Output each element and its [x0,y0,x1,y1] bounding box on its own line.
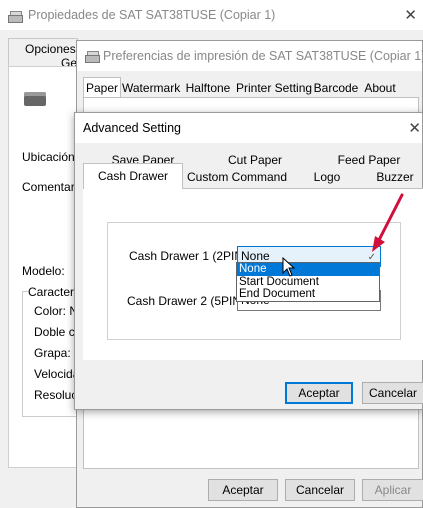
tab-feed-paper[interactable]: Feed Paper [329,153,409,167]
advanced-cancel-button[interactable]: Cancelar [362,382,423,404]
advanced-setting-dialog: Advanced Setting ✕ Save Paper Cut Paper … [74,112,423,410]
preferences-titlebar: Preferencias de impresión de SAT SAT38TU… [77,41,423,71]
tab-logo[interactable]: Logo [297,170,357,184]
tab-buzzer[interactable]: Buzzer [365,170,423,184]
model-label: Modelo: [22,264,65,278]
comment-label: Comentari [22,180,78,194]
tab-watermark[interactable]: Watermark [122,79,180,97]
properties-cancel-button[interactable]: Cancelar [285,479,355,501]
cash-drawer-1-dropdown: None Start Document End Document [236,262,380,302]
properties-title: Propiedades de SAT SAT38TUSE (Copiar 1) [28,8,276,22]
features-label: Caracter [28,285,75,299]
tab-about[interactable]: About [362,79,398,97]
tab-cash-drawer[interactable]: Cash Drawer [83,163,183,189]
printer-icon [8,11,23,23]
resolution-label: Resoluc [34,388,78,402]
location-label: Ubicación: [22,150,79,164]
color-label: Color: N [34,304,79,318]
option-start-document[interactable]: Start Document [237,276,379,289]
properties-titlebar: Propiedades de SAT SAT38TUSE (Copiar 1) … [0,0,423,30]
advanced-titlebar: Advanced Setting ✕ [75,113,422,143]
properties-apply-button[interactable]: Aplicar [362,479,423,501]
advanced-title: Advanced Setting [83,121,181,135]
close-icon[interactable]: ✕ [408,119,421,137]
tab-cut-paper[interactable]: Cut Paper [215,153,295,167]
cash-drawer-2-label: Cash Drawer 2 (5PIN): [127,294,249,308]
tab-custom-command[interactable]: Custom Command [187,170,287,184]
mouse-cursor-icon [282,257,296,277]
tab-printer-setting[interactable]: Printer Setting [236,79,312,97]
tab-halftone[interactable]: Halftone [183,79,233,97]
speed-label: Velocida [34,367,80,381]
tab-paper[interactable]: Paper [83,77,121,98]
advanced-ok-button[interactable]: Aceptar [285,382,353,404]
option-none[interactable]: None [237,263,379,276]
cash-drawer-1-value: None [241,249,270,263]
tab-barcode[interactable]: Barcode [313,79,359,97]
properties-tab-options[interactable]: Opciones a Gene [8,38,90,70]
cash-drawer-1-label: Cash Drawer 1 (2PIN): [129,249,251,263]
large-printer-icon [24,92,46,106]
option-end-document[interactable]: End Document [237,288,379,301]
preferences-title: Preferencias de impresión de SAT SAT38TU… [103,49,423,63]
properties-ok-button[interactable]: Aceptar [208,479,278,501]
printer-icon [85,51,100,63]
close-icon[interactable]: ✕ [404,6,417,24]
annotation-arrow-icon [372,193,404,252]
